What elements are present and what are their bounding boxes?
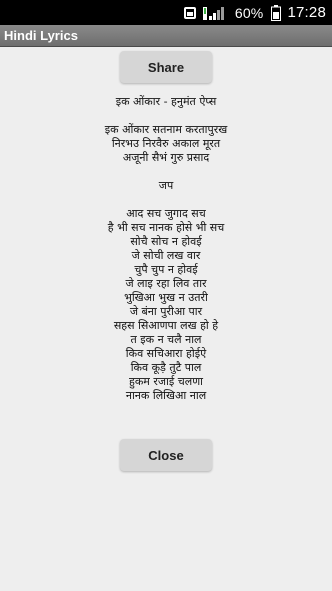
lyrics-line: किव सचिआरा होईऐ <box>125 347 207 360</box>
lyrics-line: हुकम रजाई चलणा <box>128 375 204 388</box>
lyrics-line: जे बंना पुरीआ पार <box>129 305 203 318</box>
lyrics-line: इक ओंकार सतनाम करतापुरख <box>104 123 228 136</box>
lyrics-line: जे लाइ रहा लिव तार <box>125 277 207 290</box>
app-title: Hindi Lyrics <box>4 28 78 43</box>
lyrics-text: इक ओंकार - हनुमंत ऐप्स इक ओंकार सतनाम कर… <box>0 95 332 403</box>
action-bar: Hindi Lyrics <box>0 25 332 47</box>
lyrics-heading: इक ओंकार - हनुमंत ऐप्स <box>115 95 217 108</box>
lyrics-line: किव कूड़ै तुटै पाल <box>130 361 202 374</box>
lyrics-line: चुपै चुप न होवई <box>134 263 198 276</box>
notification-icon <box>183 6 197 20</box>
share-button[interactable]: Share <box>120 51 212 83</box>
status-bar: 60% 17:28 <box>0 0 332 25</box>
lyrics-section-title: जप <box>158 179 174 192</box>
close-button[interactable]: Close <box>120 439 212 471</box>
lyrics-line: अजूनी सैभं गुरु प्रसाद <box>122 151 210 164</box>
signal-icon <box>202 5 229 21</box>
clock: 17:28 <box>287 4 326 21</box>
lyrics-line: सोचै सोच न होवई <box>130 235 202 248</box>
lyrics-line: त इक न चलै नाल <box>130 333 202 346</box>
lyrics-line: जे सोची लख वार <box>131 249 201 262</box>
lyrics-line: सहस सिआणपा लख हो हे <box>113 319 219 332</box>
lyrics-line: आद सच जुगाद सच <box>126 207 206 220</box>
lyrics-line: निरभउ निरवैरु अकाल मूरत <box>111 137 221 150</box>
battery-percentage: 60% <box>234 4 264 21</box>
lyrics-line: भुखिआ भुख न उतरी <box>124 291 208 304</box>
lyrics-line: नानक लिखिआ नाल <box>125 389 207 402</box>
battery-icon <box>271 4 282 21</box>
lyrics-line: है भी सच नानक होसे भी सच <box>107 221 225 234</box>
